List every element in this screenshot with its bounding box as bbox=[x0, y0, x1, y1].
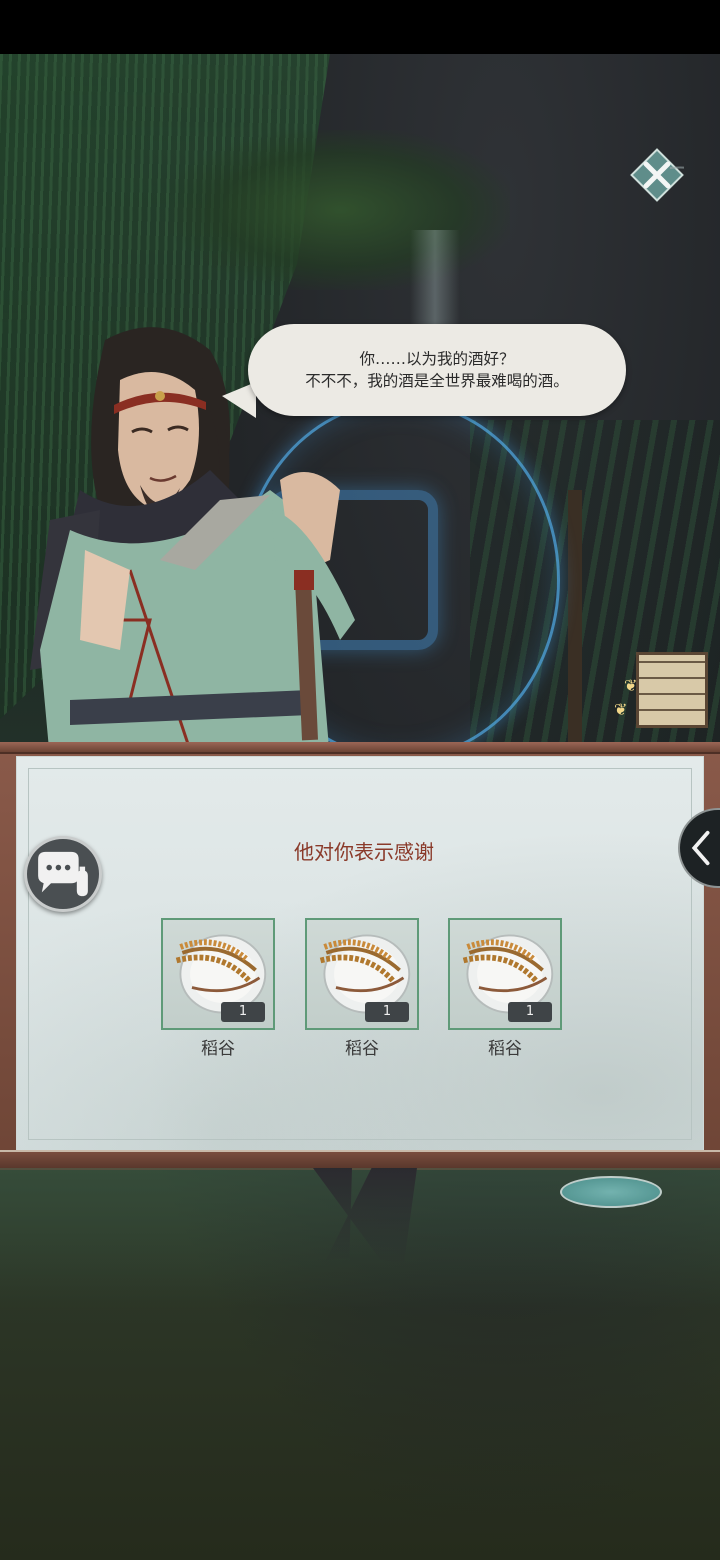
game-screen: ❦ ❦ 你……以为我的酒好？ 不不不，我的酒是全世界最难喝的酒。 他对你表示感谢… bbox=[0, 0, 720, 1560]
paper-lantern bbox=[636, 652, 708, 728]
dialogue-line-2: 不不不，我的酒是全世界最难喝的酒。 bbox=[305, 372, 569, 390]
butterfly-icon: ❦ bbox=[614, 700, 628, 719]
speech-bubble[interactable]: 你……以为我的酒好？ 不不不，我的酒是全世界最难喝的酒。 bbox=[248, 324, 626, 416]
chat-button[interactable] bbox=[24, 836, 102, 912]
water-platform bbox=[560, 1176, 662, 1208]
close-icon[interactable] bbox=[630, 148, 684, 202]
panel-top-bar bbox=[0, 742, 720, 754]
item-name: 稻谷 bbox=[201, 1039, 235, 1059]
chat-bubble-icon bbox=[38, 851, 88, 897]
wooden-post bbox=[568, 490, 582, 750]
reward-slot[interactable]: 1 bbox=[448, 918, 562, 1030]
panel-bottom-bar bbox=[0, 1150, 720, 1168]
item-count: 1 bbox=[221, 1002, 265, 1022]
status-bar bbox=[0, 0, 720, 54]
reward-slot[interactable]: 1 bbox=[161, 918, 275, 1030]
item-name: 稻谷 bbox=[488, 1039, 522, 1059]
reward-title: 他对你表示感谢 bbox=[294, 840, 434, 864]
item-count: 1 bbox=[508, 1002, 552, 1022]
chevron-left-icon bbox=[691, 830, 710, 866]
reward-slot[interactable]: 1 bbox=[305, 918, 419, 1030]
butterfly-icon: ❦ bbox=[624, 676, 638, 695]
reward-item-2[interactable]: 1 稻谷 bbox=[305, 918, 419, 1059]
reward-item-1[interactable]: 1 稻谷 bbox=[161, 918, 275, 1059]
item-name: 稻谷 bbox=[345, 1039, 379, 1059]
item-count: 1 bbox=[365, 1002, 409, 1022]
side-toggle-button[interactable] bbox=[678, 808, 720, 888]
dialogue-line-1: 你……以为我的酒好？ bbox=[359, 350, 515, 368]
reward-item-3[interactable]: 1 稻谷 bbox=[448, 918, 562, 1059]
